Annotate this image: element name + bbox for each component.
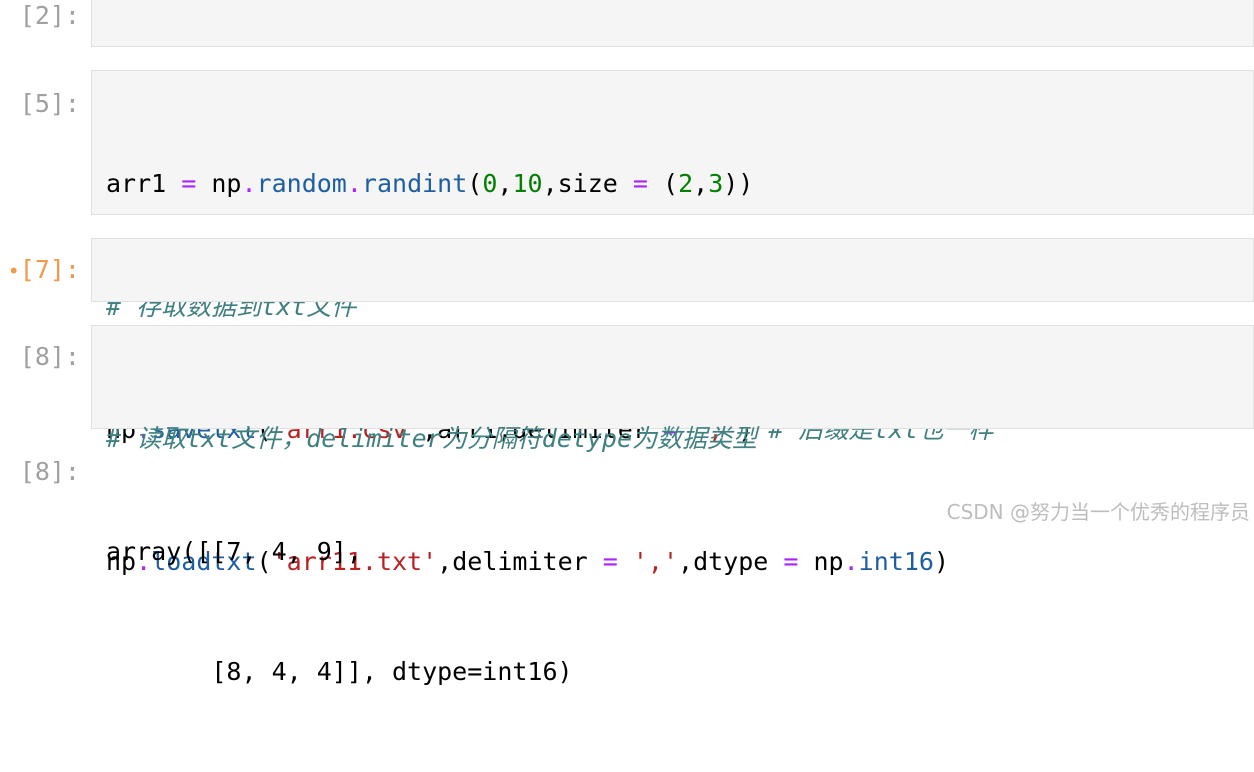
code-cell-1[interactable]: [2]: import numpy as np xyxy=(0,0,1254,113)
code-token: = xyxy=(783,547,799,576)
code-token: arr1 xyxy=(106,169,182,198)
cell-prompt: [5]: xyxy=(19,89,80,118)
code-cell-2[interactable]: [5]: arr1 = np.random.randint(0,10,size … xyxy=(0,70,1254,444)
code-token: . xyxy=(843,547,859,576)
code-token: ( xyxy=(647,169,679,198)
code-token: . xyxy=(346,169,362,198)
code-token: ,size xyxy=(542,169,633,198)
code-token: , xyxy=(497,169,513,198)
code-token: int16 xyxy=(858,547,934,576)
code-token: np xyxy=(798,547,844,576)
code-token: np xyxy=(196,169,242,198)
code-cell-3[interactable]: •[7]: np.savetxt('arr11.txt',arr1,fmt = … xyxy=(0,238,1254,366)
code-token: # 读取txt文件，delimiter为分隔符detype为数据类型 xyxy=(106,424,758,453)
code-token: = xyxy=(181,169,197,198)
code-token: 10 xyxy=(512,169,543,198)
unsaved-dot-icon: • xyxy=(7,259,20,283)
code-token: )) xyxy=(723,169,754,198)
cell-prompt: •[7]: xyxy=(7,255,80,284)
code-token: = xyxy=(602,547,618,576)
code-cell-4[interactable]: [8]: # 读取txt文件，delimiter为分隔符detype为数据类型 … xyxy=(0,325,1254,576)
code-token: . xyxy=(241,169,257,198)
code-token: , xyxy=(693,169,709,198)
output-prompt: [8]: xyxy=(19,457,80,486)
code-line: arr1 = np.random.randint(0,10,size = (2,… xyxy=(106,163,994,204)
code-token: ) xyxy=(933,547,949,576)
cell-prompt: [8]: xyxy=(19,342,80,371)
cell-prompt: [2]: xyxy=(19,1,80,30)
code-token: = xyxy=(632,169,648,198)
watermark: CSDN @努力当一个优秀的程序员 xyxy=(946,500,1250,524)
output-line: array([[7, 4, 9], xyxy=(106,537,362,566)
output-line: [8, 4, 4]], dtype=int16) xyxy=(106,657,573,686)
code-token: random xyxy=(256,169,347,198)
code-token: randint xyxy=(361,169,468,198)
code-token: 2 xyxy=(678,169,694,198)
code-token: 3 xyxy=(708,169,724,198)
code-token: ,dtype xyxy=(678,547,784,576)
code-token: ( xyxy=(467,169,483,198)
output-area: array([[7, 4, 9], [8, 4, 4]], dtype=int1… xyxy=(106,452,573,772)
code-token: ',' xyxy=(632,547,679,576)
code-token: 0 xyxy=(482,169,498,198)
